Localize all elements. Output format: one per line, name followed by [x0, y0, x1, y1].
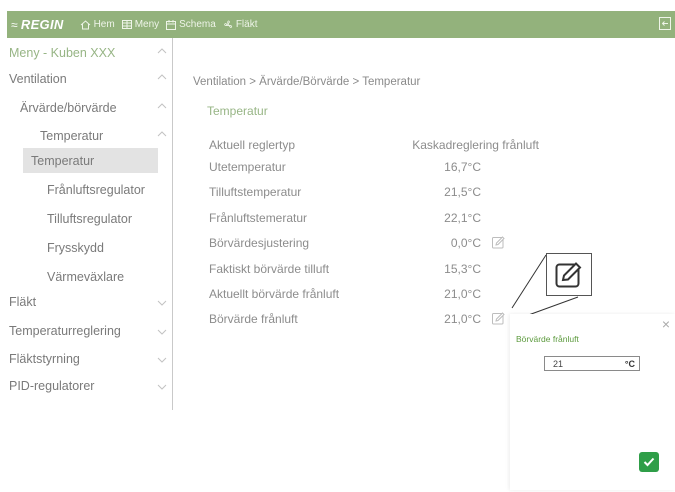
param-value: 22,1°C — [444, 211, 481, 225]
param-row: Börvärdesjustering 0,0°C — [209, 234, 509, 254]
param-row: Utetemperatur 16,7°C — [209, 158, 509, 178]
sidebar-item-label: Ärvärde/börvärde — [20, 101, 117, 115]
wave-icon: ≈ — [11, 17, 18, 32]
calendar-icon — [166, 19, 177, 30]
zoomed-edit-callout — [546, 253, 592, 296]
breadcrumb: Ventilation > Ärvärde/Börvärde > Tempera… — [193, 76, 421, 88]
param-label: Tilluftstemperatur — [209, 185, 302, 199]
edit-icon — [492, 236, 505, 249]
nav-item-menu[interactable]: Meny — [121, 19, 160, 30]
sidebar-item-ventilation[interactable]: Ventilation — [7, 68, 173, 90]
param-value: Kaskadreglering frånluft — [412, 138, 539, 152]
setpoint-field[interactable]: °C — [544, 356, 640, 371]
sidebar-item-franluftsregulator[interactable]: Frånluftsregulator — [7, 179, 173, 201]
param-label: Aktuell reglertyp — [209, 138, 296, 152]
top-bar: ≈ REGIN Hem Meny Schema Fläkt — [7, 11, 675, 38]
nav-item-fan[interactable]: Fläkt — [223, 19, 258, 30]
sidebar-item-flaktstyrning[interactable]: Fläktstyrning — [7, 348, 173, 370]
unit-label: °C — [624, 358, 635, 369]
param-label: Faktiskt börvärde tilluft — [209, 262, 330, 276]
sidebar-item-temperatur-selected[interactable]: Temperatur — [23, 148, 158, 173]
edit-button[interactable] — [492, 312, 505, 328]
sidebar-item-meny-kuben[interactable]: Meny - Kuben XXX — [7, 42, 173, 64]
edit-icon — [492, 312, 505, 325]
sidebar-item-label: Temperatur — [31, 153, 95, 168]
nav-item-label: Fläkt — [235, 19, 258, 30]
panel-title: Börvärde frånluft — [516, 334, 579, 344]
sidebar-item-label: Tilluftsregulator — [47, 212, 132, 226]
sidebar-item-label: Fläkt — [9, 295, 37, 309]
fan-icon — [224, 20, 232, 28]
sidebar-item-label: Frysskydd — [47, 241, 104, 255]
chevron-up-icon — [157, 48, 167, 54]
param-label: Aktuellt börvärde frånluft — [209, 287, 340, 301]
param-value: 21,5°C — [444, 185, 481, 199]
param-value: 15,3°C — [444, 262, 481, 276]
sidebar-item-label: Frånluftsregulator — [47, 183, 145, 197]
sidebar-menu: Meny - Kuben XXX Ventilation Ärvärde/bör… — [7, 38, 173, 410]
param-row: Frånluftstemeratur 22,1°C — [209, 209, 509, 229]
setpoint-input[interactable] — [553, 358, 613, 369]
sidebar-item-pid-regulatorer[interactable]: PID-regulatorer — [7, 375, 173, 397]
edit-button[interactable] — [492, 236, 505, 252]
edit-icon — [555, 261, 582, 287]
sidebar-item-label: Temperaturreglering — [9, 324, 121, 338]
nav-item-home[interactable]: Hem — [80, 19, 115, 30]
logout-button[interactable] — [659, 17, 671, 33]
chevron-down-icon — [157, 329, 167, 335]
chevron-down-icon — [157, 357, 167, 363]
sidebar-item-label: Ventilation — [9, 72, 67, 86]
sidebar-item-label: PID-regulatorer — [9, 379, 95, 393]
section-title: Temperatur — [207, 104, 268, 118]
chevron-up-icon — [157, 74, 167, 80]
chevron-down-icon — [157, 384, 167, 390]
sidebar-item-arvarde-borvarde[interactable]: Ärvärde/börvärde — [7, 97, 173, 119]
sidebar-item-label: Värmeväxlare — [47, 270, 125, 284]
sidebar-item-label: Meny - Kuben XXX — [9, 46, 116, 60]
edit-setpoint-panel: × Börvärde frånluft °C — [510, 314, 675, 490]
nav-item-label: Schema — [179, 19, 216, 30]
top-nav: Hem Meny Schema Fläkt — [80, 19, 265, 30]
param-row: Aktuellt börvärde frånluft 21,0°C — [209, 285, 509, 305]
sidebar-item-frysskydd[interactable]: Frysskydd — [7, 237, 173, 259]
brand-name: REGIN — [20, 17, 64, 32]
nav-item-label: Meny — [134, 19, 160, 30]
nav-item-schedule[interactable]: Schema — [166, 19, 216, 30]
menu-grid-icon — [121, 20, 132, 29]
chevron-up-icon — [157, 131, 167, 137]
sidebar-item-flakt[interactable]: Fläkt — [7, 291, 173, 313]
param-value: 21,0°C — [444, 312, 481, 326]
param-row: Börvärde frånluft 21,0°C — [209, 310, 509, 330]
regin-logo[interactable]: ≈ REGIN — [11, 17, 64, 32]
chevron-up-icon — [157, 103, 167, 109]
close-button[interactable]: × — [662, 316, 670, 332]
param-row: Tilluftstemperatur 21,5°C — [209, 183, 509, 203]
sidebar-item-temperatur-group[interactable]: Temperatur — [7, 125, 173, 147]
param-row: Faktiskt börvärde tilluft 15,3°C — [209, 260, 509, 280]
param-value: 16,7°C — [444, 160, 481, 174]
param-label: Börvärde frånluft — [209, 312, 298, 326]
sidebar-item-temperaturreglering[interactable]: Temperaturreglering — [7, 320, 173, 342]
param-value: 0,0°C — [450, 236, 481, 250]
nav-item-label: Hem — [93, 19, 115, 30]
sidebar-item-tilluftsregulator[interactable]: Tilluftsregulator — [7, 208, 173, 230]
sidebar-item-label: Fläktstyrning — [9, 352, 80, 366]
param-row: Aktuell reglertyp Kaskadreglering frånlu… — [209, 136, 539, 156]
checkmark-icon — [643, 457, 655, 467]
sidebar-item-label: Temperatur — [40, 129, 104, 143]
param-label: Utetemperatur — [209, 160, 286, 174]
logout-icon — [659, 17, 671, 30]
param-label: Frånluftstemeratur — [209, 211, 308, 225]
param-label: Börvärdesjustering — [209, 236, 310, 250]
chevron-down-icon — [157, 300, 167, 306]
param-value: 21,0°C — [444, 287, 481, 301]
confirm-button[interactable] — [639, 452, 659, 472]
sidebar-item-varmevaxlare[interactable]: Värmeväxlare — [7, 266, 173, 288]
home-icon — [80, 19, 90, 29]
